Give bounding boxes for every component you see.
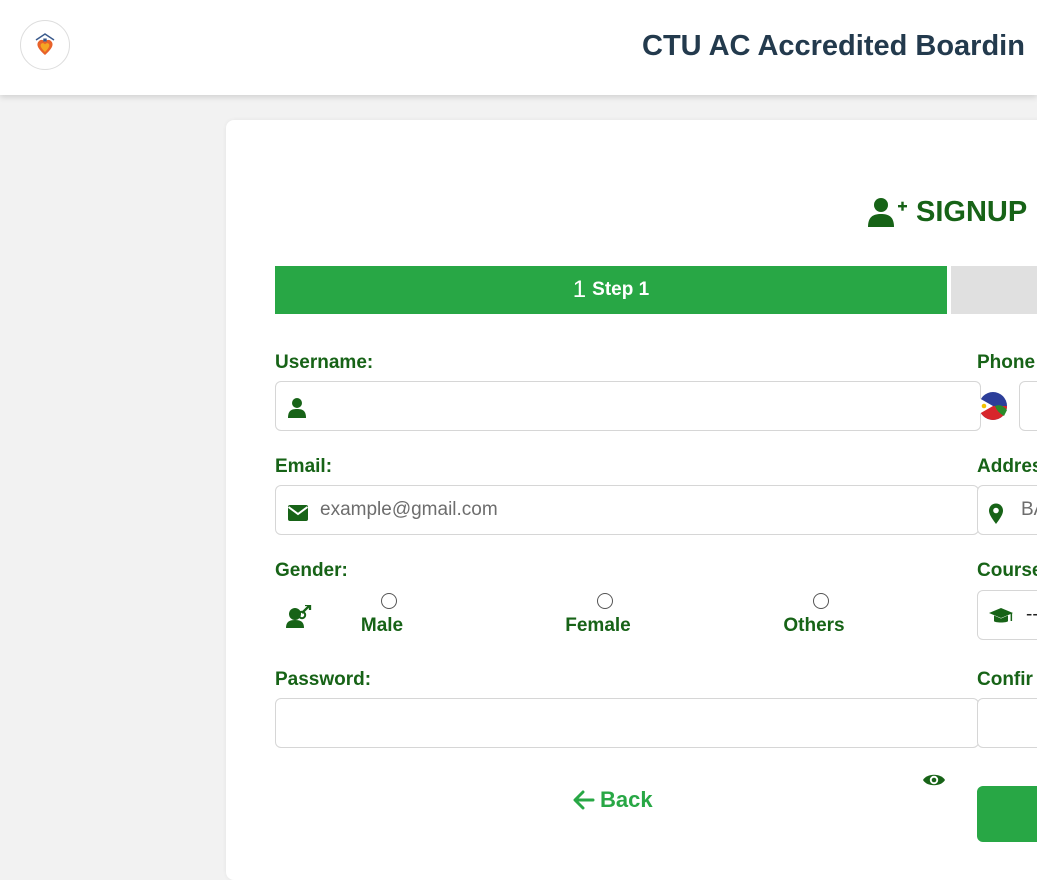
confirm-password-field[interactable] (977, 698, 1037, 748)
eye-icon[interactable] (922, 771, 946, 789)
gender-icon (286, 605, 312, 628)
user-icon (288, 398, 306, 418)
course-label: Course (977, 560, 1037, 581)
graduation-cap-icon (989, 608, 1013, 623)
map-marker-icon (989, 503, 1003, 524)
phone-field[interactable] (1019, 381, 1037, 431)
email-placeholder: example@gmail.com (320, 499, 498, 520)
gender-option-others[interactable]: Others (783, 615, 844, 637)
back-button-label: Back (600, 787, 653, 812)
philippines-flag-icon (979, 392, 1007, 420)
address-placeholder: BA (1021, 499, 1037, 520)
course-select[interactable]: -- (977, 590, 1037, 640)
password-field[interactable] (275, 698, 979, 748)
address-label: Addres (977, 456, 1037, 477)
gender-radio-female[interactable] (597, 593, 613, 609)
email-label: Email: (275, 456, 333, 477)
top-navbar: CTU AC Accredited Boardin (0, 0, 1037, 95)
step-1-label: Step 1 (592, 279, 650, 300)
step-1-tab[interactable]: 1 Step 1 (275, 266, 947, 314)
signup-heading: SIGNUP (868, 192, 1027, 232)
next-button[interactable] (977, 786, 1037, 842)
address-field[interactable]: BA (977, 485, 1037, 535)
signup-heading-text: SIGNUP (916, 195, 1028, 228)
step-2-tab[interactable] (951, 266, 1037, 314)
gender-radio-others[interactable] (813, 593, 829, 609)
confirm-password-label: Confir (977, 669, 1033, 690)
username-label: Username: (275, 352, 374, 373)
site-title: CTU AC Accredited Boardin (642, 30, 1025, 62)
envelope-icon (287, 505, 309, 521)
email-field[interactable]: example@gmail.com (275, 485, 979, 535)
username-field[interactable] (275, 381, 981, 431)
gender-label: Gender: (275, 560, 348, 581)
user-plus-icon (868, 198, 907, 227)
home-heart-logo-icon (35, 33, 55, 55)
course-selected-value: -- (1026, 604, 1037, 625)
back-button[interactable]: Back (573, 787, 653, 813)
gender-option-female[interactable]: Female (565, 615, 630, 637)
step-1-number: 1 (572, 276, 587, 303)
phone-label: Phone (977, 352, 1036, 373)
site-logo[interactable] (20, 20, 70, 70)
gender-radio-male[interactable] (381, 593, 397, 609)
password-label: Password: (275, 669, 372, 690)
arrow-left-icon (573, 790, 595, 810)
gender-option-male[interactable]: Male (361, 615, 403, 637)
